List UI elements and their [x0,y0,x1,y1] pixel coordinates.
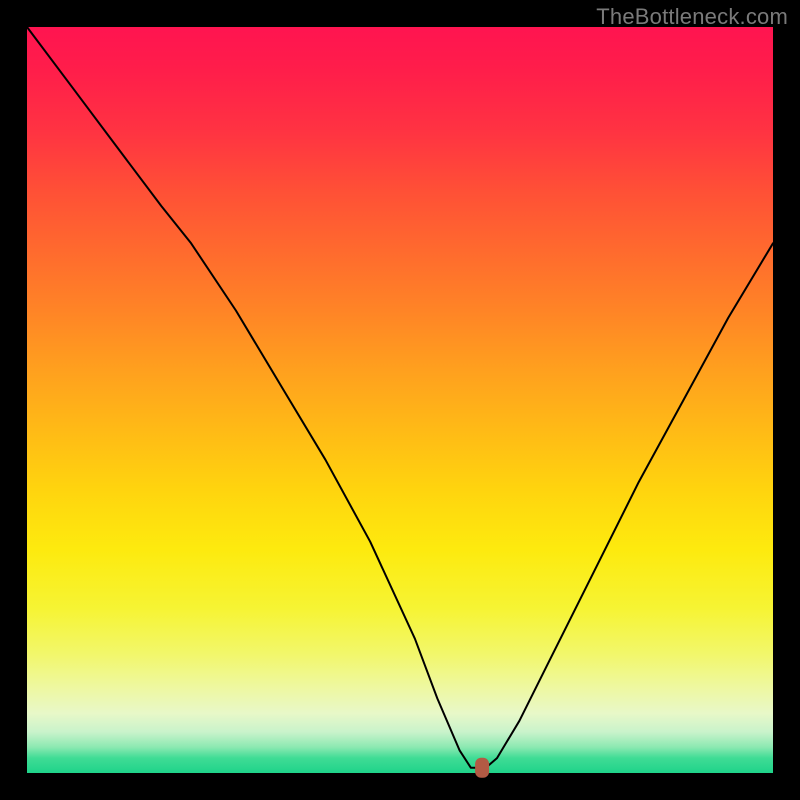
chart-svg [27,27,773,773]
watermark-text: TheBottleneck.com [596,4,788,30]
optimum-marker [475,758,489,778]
bottleneck-curve [27,27,773,768]
plot-area [27,27,773,773]
chart-frame: TheBottleneck.com [0,0,800,800]
